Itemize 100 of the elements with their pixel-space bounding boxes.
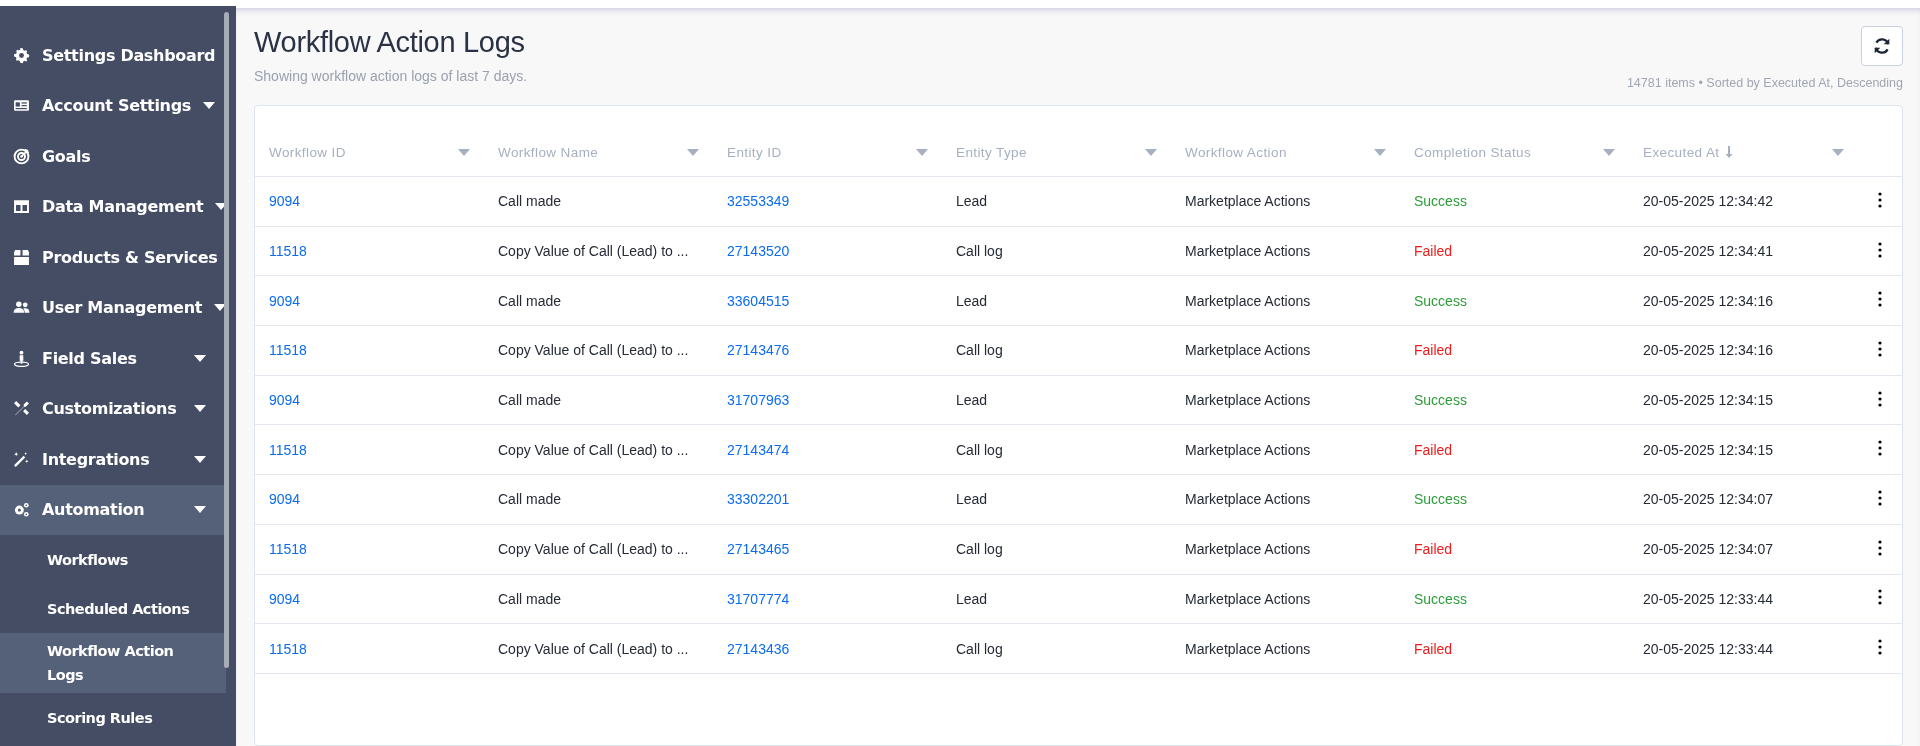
more-options-icon[interactable] bbox=[1878, 440, 1882, 457]
entity-id-link[interactable]: 27143476 bbox=[727, 342, 790, 359]
status-text: Failed bbox=[1414, 342, 1453, 359]
refresh-button[interactable] bbox=[1861, 26, 1903, 66]
table-cell: Marketplace Actions bbox=[1185, 590, 1311, 607]
table-cell: Call made bbox=[498, 491, 562, 508]
location-person-icon bbox=[13, 349, 30, 367]
table-cell: Marketplace Actions bbox=[1185, 491, 1311, 508]
entity-id-link[interactable]: 33604515 bbox=[727, 292, 790, 309]
table-cell: Call log bbox=[956, 640, 1003, 657]
entity-id-link[interactable]: 33302201 bbox=[727, 491, 790, 508]
workflow-id-link[interactable]: 11518 bbox=[269, 441, 307, 458]
workflow-id-link[interactable]: 9094 bbox=[269, 491, 301, 508]
more-options-icon[interactable] bbox=[1878, 589, 1882, 606]
sidebar-item[interactable]: Integrations bbox=[0, 434, 226, 485]
sidebar-item[interactable]: Field Sales bbox=[0, 333, 226, 384]
table-cell: Lead bbox=[956, 392, 988, 409]
more-options-icon[interactable] bbox=[1878, 291, 1882, 308]
table-cell: Lead bbox=[956, 491, 988, 508]
entity-id-link[interactable]: 27143520 bbox=[727, 243, 790, 260]
table-cell: Call log bbox=[956, 342, 1003, 359]
table-cell: Call log bbox=[956, 243, 1003, 260]
more-options-icon[interactable] bbox=[1878, 489, 1882, 506]
workflow-id-link[interactable]: 9094 bbox=[269, 392, 301, 409]
sidebar-subitem[interactable]: Workflow Action Logs bbox=[0, 633, 226, 693]
table-cell: 20-05-2025 12:34:07 bbox=[1643, 541, 1773, 558]
box-icon bbox=[13, 248, 30, 266]
target-icon bbox=[13, 147, 30, 165]
workflow-id-link[interactable]: 9094 bbox=[269, 590, 301, 607]
table-cell: Call made bbox=[498, 392, 562, 409]
page-subtitle: Showing workflow action logs of last 7 days. bbox=[254, 68, 528, 84]
sidebar-item[interactable]: User Management bbox=[0, 282, 226, 333]
workflow-id-link[interactable]: 11518 bbox=[269, 640, 307, 657]
table-cell: Call made bbox=[498, 292, 562, 309]
workflow-id-link[interactable]: 11518 bbox=[269, 243, 307, 260]
table-cell: Call made bbox=[498, 193, 562, 210]
workflow-id-link[interactable]: 11518 bbox=[269, 541, 307, 558]
status-text: Failed bbox=[1414, 640, 1453, 657]
table-cell: 20-05-2025 12:34:15 bbox=[1643, 392, 1773, 409]
refresh-icon bbox=[1873, 37, 1891, 55]
table-cell: Call log bbox=[956, 441, 1003, 458]
table-icon bbox=[13, 198, 30, 216]
table-cell: Copy Value of Call (Lead) to ... bbox=[498, 243, 689, 260]
entity-id-link[interactable]: 31707774 bbox=[727, 590, 790, 607]
sidebar-item[interactable]: Automation bbox=[0, 484, 226, 535]
table-cell: Marketplace Actions bbox=[1185, 243, 1311, 260]
table-cell: Copy Value of Call (Lead) to ... bbox=[498, 441, 689, 458]
sidebar-subitem[interactable]: Workflows bbox=[0, 535, 226, 584]
more-options-icon[interactable] bbox=[1878, 390, 1882, 407]
table-cell: Call made bbox=[498, 590, 562, 607]
status-text: Failed bbox=[1414, 243, 1453, 260]
table-cell: 20-05-2025 12:34:15 bbox=[1643, 441, 1773, 458]
table-cell: Copy Value of Call (Lead) to ... bbox=[498, 640, 689, 657]
gears-icon bbox=[13, 501, 30, 519]
more-options-icon[interactable] bbox=[1878, 340, 1882, 357]
table-cell: 20-05-2025 12:34:16 bbox=[1643, 342, 1773, 359]
table-cell: Marketplace Actions bbox=[1185, 342, 1311, 359]
table-cell: Marketplace Actions bbox=[1185, 441, 1311, 458]
table-cell: 20-05-2025 12:34:42 bbox=[1643, 193, 1773, 210]
table-cell: 20-05-2025 12:33:44 bbox=[1643, 590, 1773, 607]
table-cell: Call log bbox=[956, 541, 1003, 558]
table-cell: Marketplace Actions bbox=[1185, 541, 1311, 558]
entity-id-link[interactable]: 27143474 bbox=[727, 441, 790, 458]
sidebar-item[interactable]: Settings Dashboard bbox=[0, 30, 226, 81]
results-summary: 14781 items • Sorted by Executed At, Descending bbox=[1626, 76, 1903, 90]
table-cell: Lead bbox=[956, 193, 988, 210]
workflow-id-link[interactable]: 9094 bbox=[269, 292, 301, 309]
sidebar-item[interactable]: Goals bbox=[0, 131, 226, 182]
workflow-id-link[interactable]: 11518 bbox=[269, 342, 307, 359]
sidebar-subitem[interactable]: Scheduled Actions bbox=[0, 584, 226, 633]
table-cell: Copy Value of Call (Lead) to ... bbox=[498, 342, 689, 359]
tools-icon bbox=[13, 400, 30, 418]
status-text: Success bbox=[1414, 392, 1467, 409]
entity-id-link[interactable]: 27143436 bbox=[727, 640, 790, 657]
sidebar-item[interactable]: Customizations bbox=[0, 383, 226, 434]
more-options-icon[interactable] bbox=[1878, 191, 1882, 208]
magic-wand-icon bbox=[13, 450, 30, 468]
table-cell: 20-05-2025 12:33:44 bbox=[1643, 640, 1773, 657]
status-text: Success bbox=[1414, 491, 1467, 508]
status-text: Success bbox=[1414, 193, 1467, 210]
sidebar-item[interactable]: Account Settings bbox=[0, 80, 226, 131]
table-cell: Lead bbox=[956, 590, 988, 607]
entity-id-link[interactable]: 27143465 bbox=[727, 541, 790, 558]
sidebar-item[interactable]: Products & Services bbox=[0, 232, 226, 283]
sidebar-subitem[interactable]: Scoring Rules bbox=[0, 693, 226, 742]
entity-id-link[interactable]: 31707963 bbox=[727, 392, 790, 409]
table-cell: Lead bbox=[956, 292, 988, 309]
page-title: Workflow Action Logs bbox=[254, 26, 526, 59]
table-cell: Marketplace Actions bbox=[1185, 640, 1311, 657]
status-text: Success bbox=[1414, 292, 1467, 309]
more-options-icon[interactable] bbox=[1878, 639, 1882, 656]
workflow-id-link[interactable]: 9094 bbox=[269, 193, 301, 210]
more-options-icon[interactable] bbox=[1878, 539, 1882, 556]
more-options-icon[interactable] bbox=[1878, 241, 1882, 258]
table-cell: Marketplace Actions bbox=[1185, 193, 1311, 210]
entity-id-link[interactable]: 32553349 bbox=[727, 193, 790, 210]
table-cell: 20-05-2025 12:34:16 bbox=[1643, 292, 1773, 309]
table-cell: 20-05-2025 12:34:41 bbox=[1643, 243, 1773, 260]
sidebar-item[interactable]: Data Management bbox=[0, 181, 226, 232]
status-text: Success bbox=[1414, 590, 1467, 607]
